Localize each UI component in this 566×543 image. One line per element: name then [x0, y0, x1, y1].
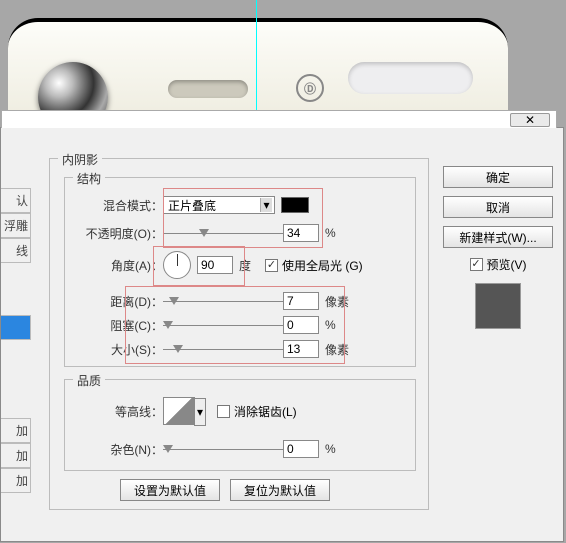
sidebar-item-selected[interactable] [1, 315, 31, 340]
dialog-titlebar: ✕ [1, 110, 557, 128]
choke-unit: % [325, 318, 336, 332]
choke-slider[interactable] [163, 317, 283, 333]
sidebar-item[interactable]: 加 [1, 443, 31, 468]
color-swatch[interactable] [281, 197, 309, 213]
choke-input[interactable]: 0 [283, 316, 319, 334]
oval-slot [348, 62, 473, 94]
opacity-label: 不透明度(O)： [75, 225, 163, 242]
preview-swatch [475, 283, 521, 329]
choke-label: 阻塞(C)： [75, 317, 163, 334]
make-default-button[interactable]: 设置为默认值 [120, 479, 220, 501]
quality-group: 品质 等高线： ▾ 消除锯齿(L) 杂色(N)： 0 % [64, 379, 416, 471]
sidebar-item[interactable]: 加 [1, 468, 31, 493]
new-style-button[interactable]: 新建样式(W)... [443, 226, 553, 248]
preview-label: 预览(V) [487, 256, 527, 273]
contour-picker[interactable]: ▾ [163, 397, 195, 425]
noise-slider[interactable] [163, 441, 283, 457]
inner-shadow-group: 内阴影 结构 混合模式： 正片叠底 ▾ 不透明度(O)： 34 % 角度(A)： [49, 158, 429, 510]
sidebar-item[interactable]: 浮雕 [1, 213, 31, 238]
opacity-input[interactable]: 34 [283, 224, 319, 242]
distance-input[interactable]: 7 [283, 292, 319, 310]
layer-style-dialog: ✕ 认 浮雕 线 加 加 加 内阴影 结构 混合模式： 正片叠底 ▾ [0, 127, 564, 542]
anti-alias-checkbox[interactable] [217, 405, 230, 418]
size-input[interactable]: 13 [283, 340, 319, 358]
angle-input[interactable]: 90 [197, 256, 233, 274]
noise-input[interactable]: 0 [283, 440, 319, 458]
dialog-right-column: 确定 取消 新建样式(W)... 预览(V) [443, 166, 553, 333]
blend-mode-select[interactable]: 正片叠底 ▾ [163, 196, 275, 214]
speaker-slot [168, 80, 248, 98]
reset-default-button[interactable]: 复位为默认值 [230, 479, 330, 501]
angle-dial[interactable] [163, 251, 191, 279]
opacity-unit: % [325, 226, 336, 240]
angle-unit: 度 [239, 257, 251, 274]
structure-group: 结构 混合模式： 正片叠底 ▾ 不透明度(O)： 34 % 角度(A)： 90 … [64, 177, 416, 367]
chevron-down-icon: ▾ [194, 398, 206, 426]
blend-mode-value: 正片叠底 [168, 197, 216, 214]
preview-checkbox[interactable] [470, 258, 483, 271]
effects-list: 认 浮雕 线 加 加 加 [1, 188, 31, 518]
guide-line [256, 0, 257, 127]
blend-mode-label: 混合模式： [75, 197, 163, 214]
sidebar-item[interactable]: 线 [1, 238, 31, 263]
structure-legend: 结构 [73, 170, 105, 187]
contour-label: 等高线： [75, 403, 163, 420]
opacity-slider[interactable] [163, 225, 283, 241]
size-unit: 像素 [325, 341, 349, 358]
ok-button[interactable]: 确定 [443, 166, 553, 188]
sidebar-item[interactable]: 认 [1, 188, 31, 213]
noise-label: 杂色(N)： [75, 441, 163, 458]
quality-legend: 品质 [73, 372, 105, 389]
anti-alias-label: 消除锯齿(L) [234, 403, 297, 420]
size-label: 大小(S)： [75, 341, 163, 358]
chevron-down-icon: ▾ [260, 198, 272, 212]
angle-label: 角度(A)： [75, 257, 163, 274]
circle-icon: Ⓓ [296, 74, 324, 102]
size-slider[interactable] [163, 341, 283, 357]
noise-unit: % [325, 442, 336, 456]
distance-slider[interactable] [163, 293, 283, 309]
cancel-button[interactable]: 取消 [443, 196, 553, 218]
global-light-label: 使用全局光 (G) [282, 257, 363, 274]
global-light-checkbox[interactable] [265, 259, 278, 272]
section-title: 内阴影 [58, 151, 102, 168]
close-icon: ✕ [525, 113, 535, 127]
device-mockup: Ⓓ [8, 18, 508, 123]
sidebar-item[interactable]: 加 [1, 418, 31, 443]
distance-label: 距离(D)： [75, 293, 163, 310]
close-button[interactable]: ✕ [510, 113, 550, 127]
distance-unit: 像素 [325, 293, 349, 310]
